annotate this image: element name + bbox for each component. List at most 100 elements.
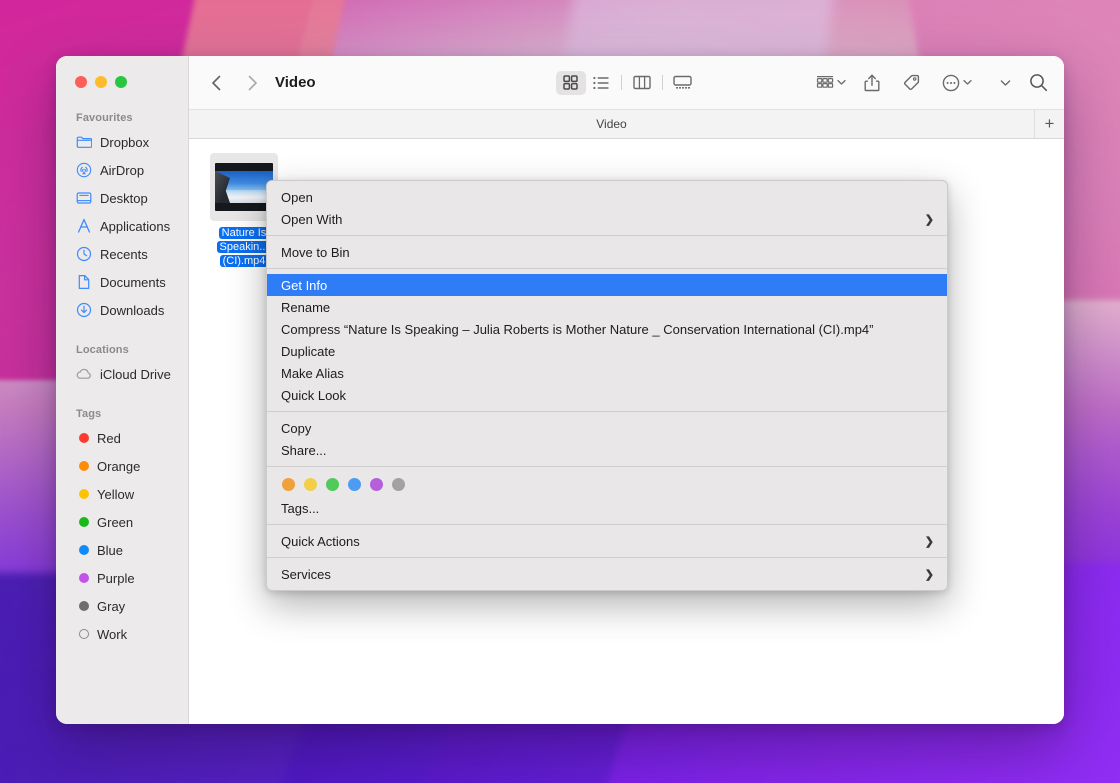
cloud-icon	[76, 366, 92, 382]
sidebar-item-icloud-drive[interactable]: iCloud Drive	[56, 360, 188, 388]
search-button[interactable]	[1025, 70, 1050, 96]
sidebar-item-label: Gray	[97, 599, 125, 614]
sidebar-item-label: Downloads	[100, 303, 164, 318]
column-view-button[interactable]	[627, 71, 657, 95]
menu-separator	[267, 524, 947, 525]
menu-item-open-with[interactable]: Open With❯	[267, 208, 947, 230]
sidebar-item-label: Recents	[100, 247, 148, 262]
share-button[interactable]	[853, 70, 891, 96]
sidebar-item-purple[interactable]: Purple	[56, 564, 188, 592]
menu-item-duplicate[interactable]: Duplicate	[267, 340, 947, 362]
context-menu: Open Open With❯ Move to Bin Get Info Rename C…	[266, 180, 948, 591]
sidebar-item-label: Green	[97, 515, 133, 530]
sidebar-item-work[interactable]: Work	[56, 620, 188, 648]
search-icon	[1029, 73, 1048, 92]
sidebar-spacer	[56, 388, 188, 402]
tab-video[interactable]: Video	[189, 110, 1034, 138]
menu-item-open[interactable]: Open	[267, 186, 947, 208]
icon-view-button[interactable]	[556, 71, 586, 95]
minimize-button[interactable]	[95, 76, 107, 88]
tag-button[interactable]	[891, 70, 931, 96]
tag-swatch[interactable]	[304, 478, 317, 491]
list-view-button[interactable]	[586, 71, 616, 95]
menu-item-label: Rename	[281, 300, 330, 315]
sidebar-item-documents[interactable]: Documents	[56, 268, 188, 296]
sidebar-item-label: iCloud Drive	[100, 367, 171, 382]
sidebar-item-gray[interactable]: Gray	[56, 592, 188, 620]
tag-swatch[interactable]	[326, 478, 339, 491]
sidebar-item-airdrop[interactable]: AirDrop	[56, 156, 188, 184]
chevron-down-icon	[1000, 79, 1011, 87]
tag-swatch[interactable]	[348, 478, 361, 491]
menu-item-label: Copy	[281, 421, 311, 436]
chevron-right-icon: ❯	[925, 213, 934, 226]
sidebar-item-green[interactable]: Green	[56, 508, 188, 536]
tag-swatch[interactable]	[282, 478, 295, 491]
menu-separator	[267, 557, 947, 558]
maximize-button[interactable]	[115, 76, 127, 88]
menu-item-label: Tags...	[281, 501, 319, 516]
tag-swatch[interactable]	[392, 478, 405, 491]
forward-button[interactable]	[239, 70, 265, 96]
sidebar-item-downloads[interactable]: Downloads	[56, 296, 188, 324]
sidebar-item-blue[interactable]: Blue	[56, 536, 188, 564]
sidebar-item-recents[interactable]: Recents	[56, 240, 188, 268]
menu-item-make-alias[interactable]: Make Alias	[267, 362, 947, 384]
more-actions-button[interactable]	[931, 70, 978, 96]
sidebar-item-desktop[interactable]: Desktop	[56, 184, 188, 212]
applications-icon	[76, 218, 92, 234]
chevron-right-icon: ❯	[925, 568, 934, 581]
menu-item-get-info[interactable]: Get Info	[267, 274, 947, 296]
menu-item-label: Compress “Nature Is Speaking – Julia Rob…	[281, 322, 873, 337]
menu-item-share[interactable]: Share...	[267, 439, 947, 461]
close-button[interactable]	[75, 76, 87, 88]
sidebar-item-applications[interactable]: Applications	[56, 212, 188, 240]
menu-item-quick-actions[interactable]: Quick Actions ❯	[267, 530, 947, 552]
menu-item-label: Quick Look	[281, 388, 346, 403]
toolbar-divider	[621, 75, 622, 90]
sidebar-item-label: Purple	[97, 571, 135, 586]
toolbar-overflow-button[interactable]	[978, 70, 1025, 96]
menu-item-label: Open	[281, 190, 313, 205]
menu-item-quick-look[interactable]: Quick Look	[267, 384, 947, 406]
sidebar: FavouritesDropbox AirDrop DesktopApplicati…	[56, 56, 189, 724]
sidebar-item-label: Red	[97, 431, 121, 446]
sidebar-section-header: Favourites	[56, 106, 188, 128]
group-by-button[interactable]	[809, 70, 853, 96]
menu-item-label: Share...	[281, 443, 327, 458]
chevron-right-icon: ❯	[925, 535, 934, 548]
gallery-view-button[interactable]	[668, 71, 698, 95]
sidebar-item-red[interactable]: Red	[56, 424, 188, 452]
sidebar-item-label: Documents	[100, 275, 166, 290]
menu-separator	[267, 268, 947, 269]
download-icon	[76, 302, 92, 318]
tag-dot-icon	[79, 601, 89, 611]
menu-item-move-to-bin[interactable]: Move to Bin	[267, 241, 947, 263]
folder-icon	[76, 134, 92, 150]
chevron-down-icon	[837, 79, 846, 86]
sidebar-item-label: AirDrop	[100, 163, 144, 178]
window-controls	[75, 76, 127, 88]
sidebar-item-orange[interactable]: Orange	[56, 452, 188, 480]
tag-dot-icon	[79, 433, 89, 443]
menu-item-label: Services	[281, 567, 331, 582]
tag-dot-icon	[79, 573, 89, 583]
menu-item-copy[interactable]: Copy	[267, 417, 947, 439]
tag-swatch[interactable]	[370, 478, 383, 491]
menu-item-compress-nature-is-speaking-[interactable]: Compress “Nature Is Speaking – Julia Rob…	[267, 318, 947, 340]
tag-color-swatches	[267, 472, 947, 497]
new-tab-button[interactable]: +	[1034, 110, 1064, 138]
back-button[interactable]	[203, 70, 229, 96]
sidebar-spacer	[56, 324, 188, 338]
sidebar-item-label: Blue	[97, 543, 123, 558]
sidebar-item-yellow[interactable]: Yellow	[56, 480, 188, 508]
sidebar-section-header: Locations	[56, 338, 188, 360]
menu-item-tags[interactable]: Tags...	[267, 497, 947, 519]
menu-item-rename[interactable]: Rename	[267, 296, 947, 318]
menu-item-services[interactable]: Services ❯	[267, 563, 947, 585]
chevron-down-icon	[963, 79, 972, 86]
sidebar-item-dropbox[interactable]: Dropbox	[56, 128, 188, 156]
menu-item-label: Quick Actions	[281, 534, 360, 549]
tag-dot-icon	[79, 461, 89, 471]
plus-icon: +	[1045, 114, 1055, 134]
